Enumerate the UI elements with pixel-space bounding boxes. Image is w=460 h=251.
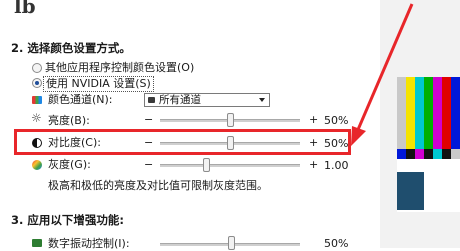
annotation-arrow	[351, 3, 414, 146]
